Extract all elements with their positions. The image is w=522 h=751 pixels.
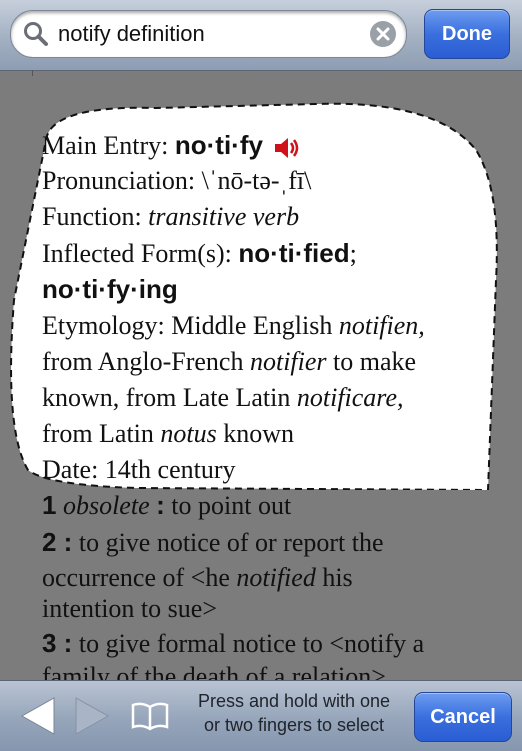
- etym-word-8: notus: [160, 419, 217, 448]
- sense-3-text: to give formal notice to <notify a: [78, 629, 425, 658]
- sense-1-label: obsolete: [62, 491, 150, 520]
- function-label: Function:: [42, 202, 142, 231]
- clear-icon[interactable]: [370, 21, 396, 47]
- etym-text-4: to make: [333, 347, 417, 376]
- main-entry-label: Main Entry:: [42, 131, 169, 160]
- sense-2-italic: notified: [236, 563, 316, 592]
- sense-2-text-c: his: [322, 563, 353, 592]
- book-icon[interactable]: [130, 701, 170, 731]
- function-value: transitive verb: [148, 202, 300, 231]
- inflected-line: Inflected Form(s): no·ti·fied;: [42, 238, 357, 269]
- date-line: Date: 14th century: [42, 455, 236, 485]
- etymology-line-3: known, from Late Latin notificare,: [42, 383, 404, 413]
- selection-hint: Press and hold with one or two fingers t…: [180, 689, 408, 737]
- sense-2-text-b: occurrence of <he: [42, 563, 230, 592]
- speaker-icon[interactable]: [273, 136, 301, 160]
- search-icon: [24, 22, 48, 46]
- sense-2-text-d: intention to sue>: [42, 594, 217, 623]
- sense-1-colon: :: [156, 490, 165, 520]
- etym-word-1: notifien,: [338, 311, 425, 340]
- date-label: Date: 14th century: [42, 455, 236, 484]
- cancel-button[interactable]: Cancel: [414, 692, 512, 742]
- sense-1-text: to point out: [171, 491, 292, 520]
- etym-text-7: from Latin: [42, 419, 154, 448]
- inflected-sep: ;: [349, 239, 357, 268]
- sense-2-line-3: intention to sue>: [42, 594, 217, 624]
- inflected-form-2: no·ti·fy·ing: [42, 274, 178, 304]
- inflected-line-2: no·ti·fy·ing: [42, 274, 178, 305]
- search-query[interactable]: notify definition: [58, 21, 205, 47]
- back-arrow-icon[interactable]: [18, 696, 58, 736]
- sense-2-line-2: occurrence of <he notified his: [42, 563, 353, 593]
- hint-line-1: Press and hold with one: [197, 691, 391, 711]
- bottom-toolbar: Press and hold with one or two fingers t…: [0, 680, 522, 751]
- etym-label: Etymology: Middle English: [42, 311, 333, 340]
- function-line: Function: transitive verb: [42, 202, 299, 232]
- sense-1-number: 1: [42, 490, 57, 520]
- etym-text-2: from Anglo-French: [42, 347, 244, 376]
- definition-content[interactable]: Main Entry: no·ti·fy Pronunciation: \ˈnō…: [0, 76, 522, 691]
- etym-text-9: known: [223, 419, 295, 448]
- hint-line-2: or two fingers to select: [203, 715, 385, 735]
- sense-1: 1 obsolete : to point out: [42, 490, 291, 521]
- sense-2: 2 : to give notice of or report the: [42, 527, 384, 558]
- search-input[interactable]: notify definition: [10, 10, 407, 58]
- pronunciation-value: \ˈnō-tə-ˌfī\: [201, 166, 312, 195]
- etym-word-6: notificare,: [296, 383, 404, 412]
- done-button[interactable]: Done: [424, 9, 510, 59]
- main-entry-line: Main Entry: no·ti·fy: [42, 130, 301, 161]
- etym-text-5: known, from Late Latin: [42, 383, 291, 412]
- sense-3-number: 3 :: [42, 628, 73, 658]
- pronunciation-label: Pronunciation:: [42, 166, 196, 195]
- pronunciation-line: Pronunciation: \ˈnō-tə-ˌfī\: [42, 166, 311, 196]
- sense-3: 3 : to give formal notice to <notify a: [42, 628, 424, 659]
- top-bar: notify definition Done: [0, 0, 522, 71]
- etymology-line-1: Etymology: Middle English notifien,: [42, 311, 425, 341]
- forward-arrow-icon[interactable]: [72, 696, 112, 736]
- main-entry-word: no·ti·fy: [174, 130, 263, 160]
- inflected-label: Inflected Form(s):: [42, 239, 232, 268]
- etymology-line-2: from Anglo-French notifier to make: [42, 347, 416, 377]
- etym-word-3: notifier: [249, 347, 327, 376]
- etymology-line-4: from Latin notus known: [42, 419, 294, 449]
- sense-2-number: 2 :: [42, 527, 73, 557]
- sense-2-text: to give notice of or report the: [78, 528, 384, 557]
- inflected-form-1: no·ti·fied: [238, 238, 350, 268]
